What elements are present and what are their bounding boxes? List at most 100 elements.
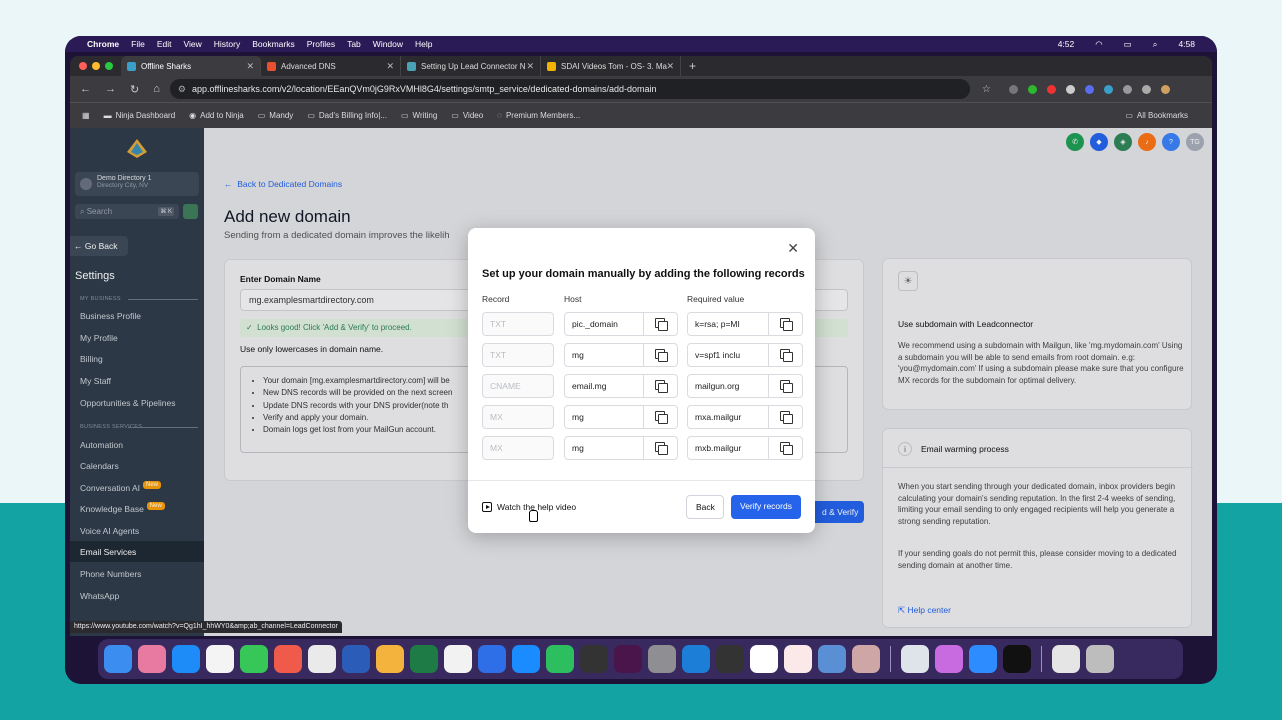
host-field[interactable]: mg [564, 405, 644, 429]
app-icon[interactable] [818, 645, 846, 673]
asana-icon[interactable] [274, 645, 302, 673]
extension-icon[interactable] [1103, 84, 1113, 94]
host-field[interactable]: mg [564, 343, 644, 367]
menu-profiles[interactable]: Profiles [307, 39, 335, 49]
app-icon[interactable] [376, 645, 404, 673]
menu-app-name[interactable]: Chrome [87, 39, 119, 49]
value-field[interactable]: v=spf1 inclu [687, 343, 769, 367]
documents-icon[interactable] [1052, 645, 1080, 673]
reload-icon[interactable]: ↻ [130, 83, 139, 96]
site-info-icon[interactable]: ⚙ [178, 84, 186, 95]
all-bookmarks[interactable]: ▭ All Bookmarks [1125, 111, 1188, 120]
trash-icon[interactable] [1086, 645, 1114, 673]
back-arrow-icon[interactable]: ← [80, 83, 91, 96]
bookmark-folder[interactable]: ▭ Mandy [258, 111, 294, 120]
app-icon[interactable] [580, 645, 608, 673]
url-field[interactable]: ⚙ app.offlinesharks.com/v2/location/EEanQ… [169, 79, 970, 99]
excel-icon[interactable] [410, 645, 438, 673]
bookmark-folder[interactable]: ▭ Writing [401, 111, 437, 120]
verify-records-button[interactable]: Verify records [731, 495, 801, 519]
finder-icon[interactable] [104, 645, 132, 673]
close-tab-icon[interactable]: ✕ [666, 61, 674, 72]
notes-icon[interactable] [444, 645, 472, 673]
close-tab-icon[interactable]: ✕ [246, 61, 254, 72]
app-icon[interactable] [852, 645, 880, 673]
menubar-clock[interactable]: 4:58 [1178, 39, 1195, 49]
browser-tab[interactable]: Advanced DNS ✕ [261, 56, 401, 76]
bookmark-item[interactable]: ◉ Add to Ninja [189, 111, 244, 120]
copy-host-button[interactable] [644, 405, 678, 429]
side-panel-icon[interactable] [1141, 84, 1151, 94]
chrome-icon[interactable] [206, 645, 234, 673]
timer-status[interactable]: 4:52 [1058, 39, 1075, 49]
apps-grid-icon[interactable]: ▦ [82, 111, 90, 120]
extension-icon[interactable] [1008, 84, 1018, 94]
copy-value-button[interactable] [769, 405, 803, 429]
home-icon[interactable]: ⌂ [153, 83, 160, 96]
copy-host-button[interactable] [644, 436, 678, 460]
copy-host-button[interactable] [644, 374, 678, 398]
value-field[interactable]: k=rsa; p=MI [687, 312, 769, 336]
bookmark-folder[interactable]: ▭ Video [451, 111, 483, 120]
extension-icon[interactable] [1065, 84, 1075, 94]
bookmark-item[interactable]: ▬ Ninja Dashboard [104, 111, 176, 120]
extension-icon[interactable] [1084, 84, 1094, 94]
evernote-icon[interactable] [546, 645, 574, 673]
slack-icon[interactable] [614, 645, 642, 673]
close-tab-icon[interactable]: ✕ [526, 61, 534, 72]
app-store-icon[interactable] [512, 645, 540, 673]
menu-file[interactable]: File [131, 39, 145, 49]
copy-host-button[interactable] [644, 312, 678, 336]
maximize-window-icon[interactable] [105, 62, 113, 70]
app-icon[interactable] [901, 645, 929, 673]
zoom-icon[interactable] [969, 645, 997, 673]
menu-help[interactable]: Help [415, 39, 432, 49]
calendar-icon[interactable] [750, 645, 778, 673]
close-window-icon[interactable] [79, 62, 87, 70]
menu-history[interactable]: History [214, 39, 240, 49]
host-field[interactable]: pic._domain [564, 312, 644, 336]
extension-icon[interactable] [1027, 84, 1037, 94]
puzzle-icon[interactable] [1122, 84, 1132, 94]
value-field[interactable]: mxb.mailgur [687, 436, 769, 460]
menu-window[interactable]: Window [373, 39, 403, 49]
copy-host-button[interactable] [644, 343, 678, 367]
messages-icon[interactable] [240, 645, 268, 673]
menu-tab[interactable]: Tab [347, 39, 361, 49]
browser-tab[interactable]: Setting Up Lead Connector N ✕ [401, 56, 541, 76]
host-field[interactable]: email.mg [564, 374, 644, 398]
copy-value-button[interactable] [769, 343, 803, 367]
value-field[interactable]: mxa.mailgur [687, 405, 769, 429]
copy-value-button[interactable] [769, 312, 803, 336]
search-icon[interactable]: ⌕ [1153, 39, 1158, 50]
bookmark-item[interactable]: ◌ Premium Members... [497, 111, 580, 120]
keynote-icon[interactable] [478, 645, 506, 673]
close-tab-icon[interactable]: ✕ [386, 61, 394, 72]
menu-bookmarks[interactable]: Bookmarks [252, 39, 295, 49]
bookmark-folder[interactable]: ▭ Dad's Billing Info|... [307, 111, 387, 120]
launchpad-icon[interactable] [138, 645, 166, 673]
menu-view[interactable]: View [183, 39, 201, 49]
app-icon[interactable] [308, 645, 336, 673]
skype-icon[interactable] [682, 645, 710, 673]
forward-arrow-icon[interactable]: → [105, 83, 116, 96]
menu-edit[interactable]: Edit [157, 39, 172, 49]
app-icon[interactable] [784, 645, 812, 673]
back-button[interactable]: Back [686, 495, 724, 519]
copy-value-button[interactable] [769, 374, 803, 398]
app-icon[interactable] [935, 645, 963, 673]
copy-value-button[interactable] [769, 436, 803, 460]
new-tab-icon[interactable]: + [689, 59, 696, 73]
close-icon[interactable]: ✕ [787, 240, 799, 257]
extension-icon[interactable] [1046, 84, 1056, 94]
value-field[interactable]: mailgun.org [687, 374, 769, 398]
safari-icon[interactable] [172, 645, 200, 673]
bookmark-star-icon[interactable]: ☆ [982, 84, 991, 95]
battery-icon[interactable]: ▭ [1124, 39, 1132, 50]
word-icon[interactable] [342, 645, 370, 673]
minimize-window-icon[interactable] [92, 62, 100, 70]
wifi-icon[interactable]: ◠ [1095, 39, 1102, 50]
browser-tab[interactable]: Offline Sharks ✕ [121, 56, 261, 76]
browser-tab[interactable]: SDAI Videos Tom - OS- 3. Ma ✕ [541, 56, 681, 76]
capcut-icon[interactable] [1003, 645, 1031, 673]
